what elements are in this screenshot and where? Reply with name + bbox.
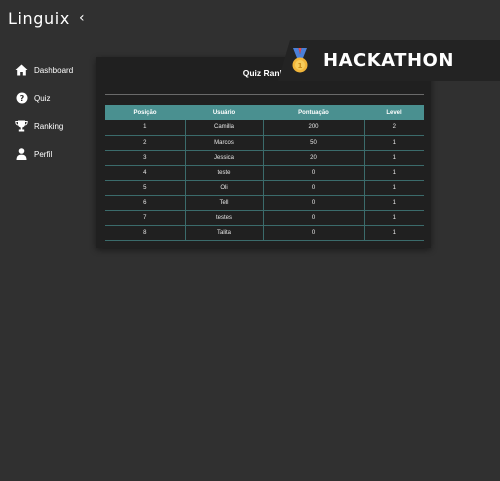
- cell-user: Tell: [184, 195, 263, 211]
- cell-position: 2: [105, 135, 185, 151]
- trophy-icon: [15, 120, 28, 133]
- cell-position: 3: [105, 150, 185, 166]
- sidebar-item-dashboard[interactable]: Dashboard: [0, 56, 95, 84]
- cell-score: 20: [262, 150, 364, 166]
- cell-user: teste: [184, 165, 263, 181]
- cell-user: Talita: [184, 225, 263, 241]
- sidebar-item-label: Perfil: [34, 149, 53, 159]
- sidebar-item-quiz[interactable]: ? Quiz: [0, 84, 95, 112]
- cell-position: 1: [105, 120, 185, 136]
- cell-level: 1: [363, 225, 424, 241]
- banner-title: HACKATHON: [323, 50, 454, 71]
- cell-user: Jessica: [184, 150, 263, 166]
- cell-score: 0: [262, 210, 364, 226]
- divider: [105, 94, 424, 95]
- cell-level: 1: [363, 180, 424, 196]
- cell-position: 8: [105, 225, 185, 241]
- cell-level: 1: [363, 195, 424, 211]
- cell-score: 50: [262, 135, 364, 151]
- cell-level: 1: [363, 210, 424, 226]
- table-row: 2 Marcos 50 1: [105, 135, 424, 151]
- sidebar-collapse-button[interactable]: ‹: [79, 10, 85, 26]
- ranking-panel: Quiz Rank Posição Usuário Pontuação Leve…: [96, 57, 431, 248]
- sidebar-item-perfil[interactable]: Perfil: [0, 140, 95, 168]
- ranking-table: Posição Usuário Pontuação Level 1 Camill…: [105, 105, 424, 241]
- cell-user: Oli: [184, 180, 263, 196]
- table-row: 5 Oli 0 1: [105, 180, 424, 196]
- cell-level: 1: [363, 135, 424, 151]
- table-header-row: Posição Usuário Pontuação Level: [105, 105, 424, 120]
- cell-position: 5: [105, 180, 185, 196]
- cell-score: 0: [262, 225, 364, 241]
- column-header-usuario: Usuário: [185, 105, 263, 120]
- cell-score: 200: [262, 120, 364, 136]
- top-bar: Linguix ‹: [0, 0, 500, 40]
- cell-user: Marcos: [184, 135, 263, 151]
- sidebar-item-label: Dashboard: [34, 65, 74, 75]
- cell-level: 1: [363, 150, 424, 166]
- sidebar-item-ranking[interactable]: Ranking: [0, 112, 95, 140]
- table-row: 1 Camilla 200 2: [105, 120, 424, 136]
- user-icon: [15, 148, 28, 161]
- cell-score: 0: [262, 165, 364, 181]
- table-row: 3 Jessica 20 1: [105, 150, 424, 166]
- cell-user: testes: [184, 210, 263, 226]
- sidebar-item-label: Quiz: [34, 93, 51, 103]
- table-row: 7 testes 0 1: [105, 210, 424, 226]
- sidebar: Dashboard ? Quiz Ranking Perfil: [0, 56, 95, 168]
- cell-score: 0: [262, 180, 364, 196]
- svg-text:1: 1: [298, 62, 303, 70]
- cell-level: 2: [363, 120, 424, 136]
- cell-position: 4: [105, 165, 185, 181]
- cell-user: Camilla: [184, 120, 263, 136]
- column-header-posicao: Posição: [105, 105, 185, 120]
- column-header-level: Level: [364, 105, 424, 120]
- cell-score: 0: [262, 195, 364, 211]
- cell-position: 6: [105, 195, 185, 211]
- cell-level: 1: [363, 165, 424, 181]
- app-brand[interactable]: Linguix: [8, 9, 70, 28]
- home-icon: [15, 64, 28, 77]
- column-header-pontuacao: Pontuação: [263, 105, 364, 120]
- svg-text:?: ?: [19, 94, 24, 103]
- table-row: 6 Tell 0 1: [105, 195, 424, 211]
- table-row: 8 Talita 0 1: [105, 225, 424, 241]
- question-icon: ?: [15, 92, 28, 105]
- medal-icon: 1: [290, 48, 310, 74]
- hackathon-banner: 1 HACKATHON: [278, 40, 500, 81]
- table-row: 4 teste 0 1: [105, 165, 424, 181]
- cell-position: 7: [105, 210, 185, 226]
- sidebar-item-label: Ranking: [34, 121, 64, 131]
